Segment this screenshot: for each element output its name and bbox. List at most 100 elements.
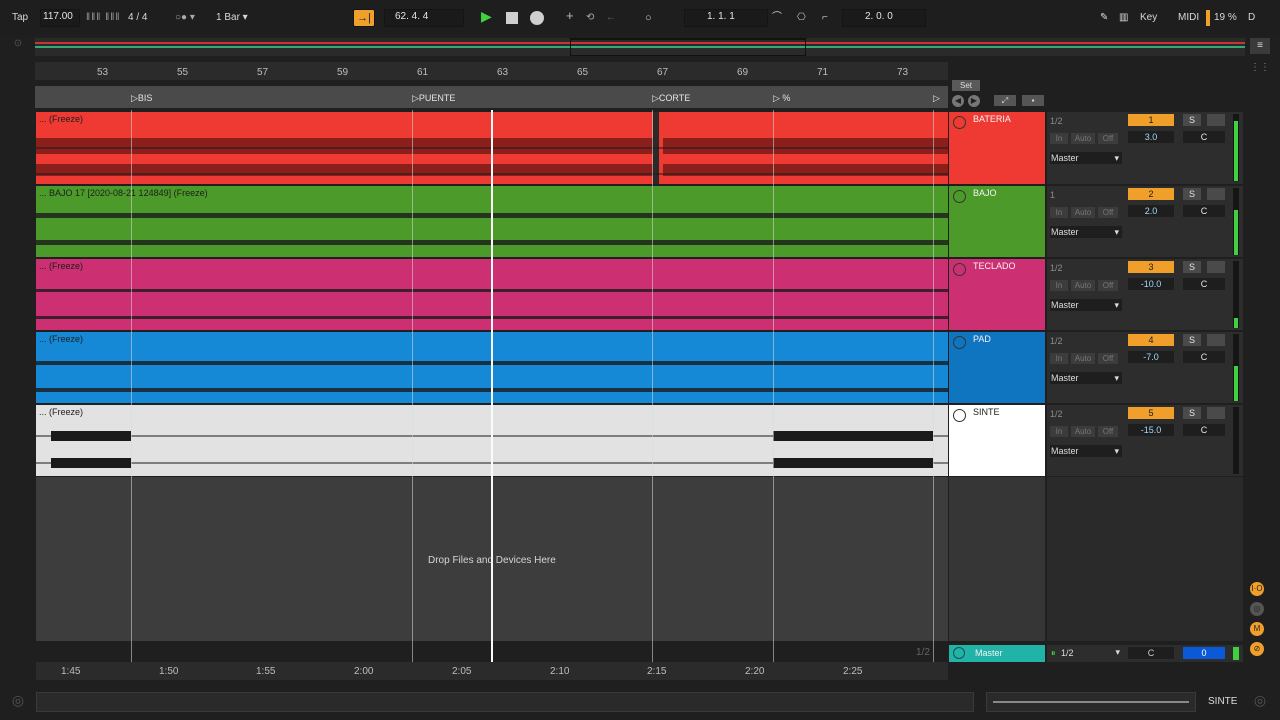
loop-switch-icon[interactable]: ⎔ (797, 9, 806, 27)
locator-end[interactable]: ▷ (933, 93, 940, 104)
monitor-auto-button[interactable]: Auto (1071, 207, 1095, 218)
master-volume[interactable]: 0 (1183, 647, 1225, 659)
overview-viewport[interactable] (570, 38, 806, 56)
output-routing[interactable]: Master ▾ (1050, 299, 1122, 311)
menu-icon[interactable]: ≡ (1250, 38, 1270, 54)
next-locator-icon[interactable]: ▶ (968, 95, 980, 107)
monitor-in-button[interactable]: In (1050, 426, 1068, 437)
arm-button[interactable] (1207, 188, 1225, 200)
monitor-in-button[interactable]: In (1050, 207, 1068, 218)
locator-bis[interactable]: ▷BIS (131, 93, 152, 104)
set-locator-button[interactable]: Set (952, 80, 980, 91)
master-pan[interactable]: C (1128, 647, 1174, 659)
arm-button[interactable] (1207, 261, 1225, 273)
midi-map-button[interactable]: MIDI (1178, 9, 1199, 27)
input-channel[interactable]: 1 (1050, 190, 1055, 200)
output-routing[interactable]: Master ▾ (1050, 226, 1122, 238)
signature-field[interactable]: 4 / 4 (128, 9, 147, 27)
solo-button[interactable]: S (1183, 188, 1201, 200)
output-routing[interactable]: Master ▾ (1050, 152, 1122, 164)
info-view-icon[interactable]: ◎ (8, 692, 28, 712)
track-header-bateria[interactable]: BATERIA (949, 112, 1045, 184)
overdub-icon[interactable]: + (566, 7, 574, 25)
sends-toggle-icon[interactable]: ◎ (1250, 602, 1264, 616)
record-icon[interactable] (530, 11, 544, 25)
beat-ruler[interactable]: 53 55 57 59 61 63 65 67 69 71 73 (35, 62, 948, 80)
volume-field[interactable]: 3.0 (1128, 131, 1174, 143)
track-activator[interactable]: 4 (1128, 334, 1174, 346)
fold-icon[interactable] (953, 647, 965, 659)
session-record-icon[interactable]: ○ (645, 9, 652, 27)
track-header-pad[interactable]: PAD (949, 332, 1045, 403)
volume-field[interactable]: -10.0 (1128, 278, 1174, 290)
expand-icon[interactable]: ⤢ (994, 95, 1016, 106)
track-activator[interactable]: 1 (1128, 114, 1174, 126)
track-header-sinte[interactable]: SINTE (949, 405, 1045, 476)
pan-field[interactable]: C (1183, 131, 1225, 143)
follow-icon[interactable]: ○● ▾ (175, 9, 195, 27)
monitor-auto-button[interactable]: Auto (1071, 426, 1095, 437)
arm-button[interactable] (1207, 407, 1225, 419)
stop-icon[interactable] (506, 12, 518, 24)
loop-length-field[interactable]: 2. 0. 0 (842, 9, 926, 27)
locator-puente[interactable]: ▷PUENTE (412, 93, 455, 104)
track-activator[interactable]: 3 (1128, 261, 1174, 273)
fold-icon[interactable] (953, 263, 966, 276)
pan-field[interactable]: C (1183, 205, 1225, 217)
view-toggle-icon[interactable]: ⋮⋮ (1250, 62, 1270, 80)
monitor-auto-button[interactable]: Auto (1071, 133, 1095, 144)
track-activator[interactable]: 2 (1128, 188, 1174, 200)
locator-percent[interactable]: ▷ % (773, 93, 790, 104)
monitor-off-button[interactable]: Off (1098, 280, 1118, 291)
punch-out-icon[interactable]: ⌐ (822, 9, 828, 27)
volume-field[interactable]: 2.0 (1128, 205, 1174, 217)
input-channel[interactable]: 1/2 (1050, 116, 1063, 126)
volume-field[interactable]: -7.0 (1128, 351, 1174, 363)
prev-locator-icon[interactable]: ◀ (952, 95, 964, 107)
output-routing[interactable]: Master ▾ (1050, 445, 1122, 457)
locator-strip[interactable]: ▷BIS ▷PUENTE ▷CORTE ▷ % ▷ (35, 86, 948, 108)
play-icon[interactable]: ▶ (481, 7, 492, 25)
tap-button[interactable]: Tap (12, 9, 28, 27)
zoom-page[interactable]: 1/2 (916, 647, 930, 658)
metronome-icon[interactable]: ‖‖‖ ‖‖‖ (86, 9, 121, 27)
mixer-toggle-icon[interactable]: M (1250, 622, 1264, 636)
keyboard-icon[interactable]: ▥ (1119, 9, 1128, 27)
detail-view-icon[interactable]: ◎ (1250, 692, 1270, 712)
input-channel[interactable]: 1/2 (1050, 336, 1063, 346)
detail-preview[interactable] (986, 692, 1196, 712)
fold-icon[interactable] (953, 116, 966, 129)
playhead[interactable] (491, 110, 493, 665)
punch-in-icon[interactable]: ⌒ (772, 9, 782, 27)
arrangement-overview[interactable] (35, 38, 1245, 56)
re-enable-automation-icon[interactable]: ← (606, 9, 616, 27)
delay-toggle-icon[interactable]: ⊘ (1250, 642, 1264, 656)
follow-arrangement-icon[interactable]: →| (353, 9, 375, 27)
solo-button[interactable]: S (1183, 407, 1201, 419)
monitor-off-button[interactable]: Off (1098, 133, 1118, 144)
fold-icon[interactable] (953, 190, 966, 203)
solo-button[interactable]: S (1183, 261, 1201, 273)
monitor-auto-button[interactable]: Auto (1071, 353, 1095, 364)
volume-field[interactable]: -15.0 (1128, 424, 1174, 436)
input-channel[interactable]: 1/2 (1050, 263, 1063, 273)
automation-arm-icon[interactable]: ⟲ (586, 9, 594, 27)
monitor-off-button[interactable]: Off (1098, 207, 1118, 218)
master-output[interactable]: 1/2 (1061, 648, 1074, 658)
track-header-master[interactable]: Master (949, 645, 1045, 662)
solo-button[interactable]: S (1183, 114, 1201, 126)
track-header-teclado[interactable]: TECLADO (949, 259, 1045, 330)
draw-mode-icon[interactable]: ✎ (1100, 9, 1108, 27)
fold-icon[interactable] (953, 336, 966, 349)
monitor-auto-button[interactable]: Auto (1071, 280, 1095, 291)
quantize-select[interactable]: 1 Bar ▾ (216, 9, 248, 27)
pan-field[interactable]: C (1183, 424, 1225, 436)
monitor-in-button[interactable]: In (1050, 280, 1068, 291)
arm-button[interactable] (1207, 114, 1225, 126)
input-channel[interactable]: 1/2 (1050, 409, 1063, 419)
track-activator[interactable]: 5 (1128, 407, 1174, 419)
arm-button[interactable] (1207, 334, 1225, 346)
loop-start-field[interactable]: 1. 1. 1 (684, 9, 768, 27)
fold-icon[interactable] (953, 409, 966, 422)
key-map-button[interactable]: Key (1140, 9, 1157, 27)
